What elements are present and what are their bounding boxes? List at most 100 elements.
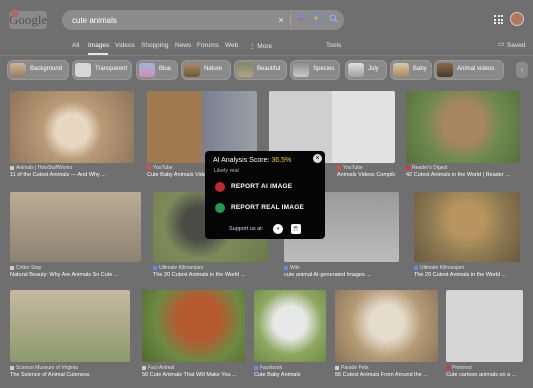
chip-label: July — [368, 66, 379, 72]
result-image-cartoon-animals[interactable] — [446, 290, 523, 362]
chip-beautiful[interactable]: Beautiful — [234, 60, 287, 80]
result-title[interactable]: Cute cartoon animals on a ... — [446, 372, 523, 378]
top-bar: Google × — [0, 0, 533, 38]
result-source: Critter Stop — [10, 265, 41, 271]
result-card[interactable]: Science Museum of Virginia The Science o… — [10, 290, 130, 382]
tab-news[interactable]: News — [175, 42, 191, 49]
tab-all[interactable]: All — [72, 42, 79, 49]
result-card[interactable]: Reader's Digest 42 Cutest Animals in the… — [406, 91, 520, 181]
report-real-image-button[interactable]: REPORT REAL IMAGE — [213, 201, 317, 215]
search-tabs: All Images Videos Shopping News Forums W… — [0, 38, 533, 56]
result-title[interactable]: 42 Cutest Animals in the World | Reader … — [406, 172, 520, 178]
result-card[interactable]: Animals | HowStuffWorks 11 of the Cutest… — [10, 91, 134, 181]
apps-grid-icon[interactable] — [494, 15, 503, 24]
tab-forums[interactable]: Forums — [197, 42, 219, 49]
ai-verdict: Likely real — [214, 168, 239, 174]
result-title[interactable]: Cute Baby Animals — [254, 372, 326, 378]
bookmark-icon[interactable]: ▭ — [498, 40, 505, 48]
result-source: Facebook — [254, 365, 282, 371]
chip-species[interactable]: Species — [290, 60, 340, 80]
report-ai-label: REPORT AI IMAGE — [231, 183, 293, 190]
chip-label: Transparent — [95, 66, 128, 72]
ai-score-value: 36.5% — [271, 157, 292, 164]
result-image-baby-goat[interactable] — [254, 290, 326, 362]
result-title[interactable]: The 20 Cutest Animals in the World ... — [414, 272, 520, 278]
tab-videos[interactable]: Videos — [115, 42, 135, 49]
account-avatar[interactable] — [510, 12, 524, 26]
chip-label: Animal videos — [457, 66, 495, 72]
voice-search-icon[interactable] — [295, 13, 307, 27]
chip-background[interactable]: Background — [7, 60, 69, 80]
result-title[interactable]: Natural Beauty: Why Are Animals So Cute … — [10, 272, 141, 278]
chip-thumbnail — [184, 63, 200, 77]
patreon-icon[interactable]: ◖ — [273, 224, 283, 234]
result-source: Science Museum of Virginia — [10, 365, 78, 371]
result-card[interactable]: Parade Pets 55 Cutest Animals From Aroun… — [335, 290, 438, 382]
result-card[interactable]: Facebook Cute Baby Animals — [254, 290, 326, 382]
chip-july[interactable]: July — [345, 60, 387, 80]
chip-thumbnail — [237, 63, 253, 77]
result-image-bunnies-chicks[interactable] — [10, 192, 141, 262]
tab-more[interactable]: ⋮ More — [249, 42, 272, 50]
close-icon[interactable]: × — [313, 154, 322, 163]
result-title[interactable]: cute animal AI-generated Images ... — [284, 272, 399, 278]
header-divider — [0, 55, 533, 56]
search-divider — [290, 14, 291, 26]
result-source: YouTube — [147, 165, 173, 171]
search-box: × — [62, 10, 344, 30]
chip-thumbnail — [10, 63, 26, 77]
result-card[interactable]: Critter Stop Natural Beauty: Why Are Ani… — [10, 192, 141, 282]
lens-search-icon[interactable] — [310, 13, 322, 27]
chip-baby[interactable]: Baby — [390, 60, 432, 80]
result-image-rabbit-chick[interactable] — [10, 290, 130, 362]
report-ai-image-button[interactable]: REPORT AI IMAGE — [213, 180, 317, 194]
clear-icon[interactable]: × — [275, 13, 287, 27]
chip-label: Background — [30, 66, 63, 72]
result-image-fennec-fox[interactable] — [10, 91, 134, 163]
tools-button[interactable]: Tools — [326, 42, 341, 49]
tab-web[interactable]: Web — [225, 42, 238, 49]
result-source: Reader's Digest — [406, 165, 447, 171]
chip-thumbnail — [139, 63, 155, 77]
ai-score-line: AI Analysis Score: 36.5% — [213, 157, 291, 164]
chip-label: Blue — [159, 66, 172, 72]
search-icon[interactable] — [327, 13, 339, 27]
search-input[interactable] — [72, 13, 262, 27]
chip-thumbnail — [75, 63, 91, 77]
logo-doodle-dot — [11, 9, 19, 17]
result-source: Ultimate Kilimanjaro — [153, 265, 203, 271]
chevron-right-icon[interactable]: › — [516, 62, 528, 78]
chip-transparent[interactable]: Transparent — [72, 60, 132, 80]
result-title[interactable]: Animals Videos Compilation ... — [337, 172, 395, 178]
saved-link[interactable]: Saved — [507, 42, 525, 49]
coffee-icon[interactable]: ☕ — [291, 224, 301, 234]
tab-shopping[interactable]: Shopping — [141, 42, 168, 49]
result-card[interactable]: Fact Animal 50 Cute Animals That Will Ma… — [142, 290, 245, 382]
ai-score-label: AI Analysis Score: — [213, 157, 270, 164]
chip-thumbnail — [437, 63, 453, 77]
chip-nature[interactable]: Nature — [181, 60, 231, 80]
tab-images[interactable]: Images — [88, 42, 109, 49]
check-icon — [215, 203, 225, 213]
chip-animal-videos[interactable]: Animal videos — [434, 60, 504, 80]
chip-blue[interactable]: Blue — [136, 60, 178, 80]
result-image-fennec-fox-2[interactable] — [335, 290, 438, 362]
result-image-quokka[interactable] — [406, 91, 520, 163]
result-source: Pinterest — [446, 365, 472, 371]
result-card[interactable]: Pinterest Cute cartoon animals on a ... — [446, 290, 523, 382]
result-title[interactable]: 55 Cutest Animals From Around the ... — [335, 372, 438, 378]
result-title[interactable]: The 20 Cutest Animals in the World ... — [153, 272, 268, 278]
ai-analysis-popup: AI Analysis Score: 36.5% × Likely real R… — [205, 151, 325, 239]
result-source: Animals | HowStuffWorks — [10, 165, 72, 171]
google-logo[interactable]: Google — [9, 9, 47, 29]
result-image-red-panda[interactable] — [142, 290, 245, 362]
chip-label: Baby — [413, 66, 427, 72]
report-real-label: REPORT REAL IMAGE — [231, 204, 304, 211]
result-image-quokka-2[interactable] — [414, 192, 520, 262]
result-title[interactable]: 11 of the Cutest Animals — And Why ... — [10, 172, 134, 178]
result-card[interactable]: Ultimate Kilimanjaro The 20 Cutest Anima… — [414, 192, 520, 282]
result-title[interactable]: 50 Cute Animals That Will Make You ... — [142, 372, 245, 378]
result-title[interactable]: The Science of Animal Cuteness — [10, 372, 130, 378]
warning-icon — [215, 182, 225, 192]
chip-label: Beautiful — [257, 66, 281, 72]
